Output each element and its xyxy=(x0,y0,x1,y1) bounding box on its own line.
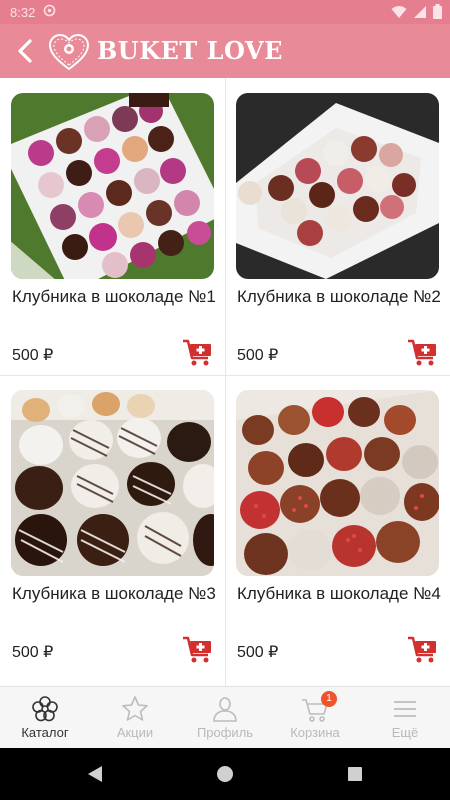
square-recents-icon xyxy=(348,767,362,781)
status-left: 8:32 xyxy=(10,4,56,20)
product-image[interactable] xyxy=(236,390,439,576)
product-grid: Клубника в шоколаде №1 500 ₽ Клубника в … xyxy=(0,78,450,686)
product-title[interactable]: Клубника в шоколаде №3 xyxy=(12,582,217,606)
heart-logo-icon xyxy=(47,32,91,72)
menu-icon xyxy=(394,701,416,717)
flower-icon xyxy=(32,696,58,722)
battery-icon xyxy=(433,4,442,24)
nav-item-cart[interactable]: 1 Корзина xyxy=(270,687,360,749)
product-card[interactable]: Клубника в шоколаде №1 500 ₽ xyxy=(0,78,225,375)
add-to-cart-icon xyxy=(183,339,211,366)
app-screen: 8:32 BUKET LOVE Клубника в шоколаде №1 5… xyxy=(0,0,450,800)
star-icon xyxy=(122,696,148,721)
system-back-button[interactable] xyxy=(83,762,107,786)
product-card[interactable]: Клубника в шоколаде №2 500 ₽ xyxy=(225,78,450,375)
add-to-cart-button[interactable] xyxy=(182,338,214,368)
wifi-icon xyxy=(391,5,407,24)
product-price: 500 ₽ xyxy=(237,644,279,661)
nav-label: Ещё xyxy=(391,725,419,740)
app-bar: BUKET LOVE xyxy=(0,24,450,78)
nav-label: Каталог xyxy=(21,725,69,740)
bottom-nav: Каталог Акции Профиль 1 Корзина Ещё xyxy=(0,686,450,748)
product-image[interactable] xyxy=(11,93,214,279)
status-right xyxy=(391,4,442,24)
status-time: 8:32 xyxy=(10,4,36,20)
product-card[interactable]: Клубника в шоколаде №3 500 ₽ xyxy=(0,375,225,672)
nav-label: Профиль xyxy=(196,725,254,740)
triangle-back-icon xyxy=(88,766,102,782)
nav-item-profile[interactable]: Профиль xyxy=(180,687,270,749)
add-to-cart-icon xyxy=(408,636,436,663)
nav-item-promotions[interactable]: Акции xyxy=(90,687,180,749)
signal-icon xyxy=(413,5,427,24)
system-nav-bar xyxy=(0,748,450,800)
notification-icon xyxy=(43,4,56,20)
product-card[interactable]: Клубника в шоколаде №4 500 ₽ xyxy=(225,375,450,672)
person-icon xyxy=(213,697,237,722)
product-title[interactable]: Клубника в шоколаде №4 xyxy=(237,582,442,606)
system-home-button[interactable] xyxy=(213,762,237,786)
cart-badge: 1 xyxy=(321,691,337,707)
add-to-cart-button[interactable] xyxy=(407,635,439,665)
add-to-cart-icon xyxy=(183,636,211,663)
product-image[interactable] xyxy=(236,93,439,279)
product-price: 500 ₽ xyxy=(12,644,54,661)
nav-item-catalog[interactable]: Каталог xyxy=(0,687,90,749)
product-price: 500 ₽ xyxy=(237,347,279,364)
nav-item-more[interactable]: Ещё xyxy=(360,687,450,749)
status-bar: 8:32 xyxy=(0,0,450,24)
app-title: BUKET LOVE xyxy=(97,36,283,65)
nav-label: Акции xyxy=(116,725,154,740)
product-title[interactable]: Клубника в шоколаде №1 xyxy=(12,285,217,309)
add-to-cart-button[interactable] xyxy=(182,635,214,665)
back-arrow-icon xyxy=(18,39,32,63)
system-recents-button[interactable] xyxy=(343,762,367,786)
product-price: 500 ₽ xyxy=(12,347,54,364)
product-title[interactable]: Клубника в шоколаде №2 xyxy=(237,285,442,309)
add-to-cart-icon xyxy=(408,339,436,366)
add-to-cart-button[interactable] xyxy=(407,338,439,368)
circle-home-icon xyxy=(217,766,233,782)
back-button[interactable] xyxy=(8,34,42,68)
nav-label: Корзина xyxy=(290,725,340,740)
product-image[interactable] xyxy=(11,390,214,576)
